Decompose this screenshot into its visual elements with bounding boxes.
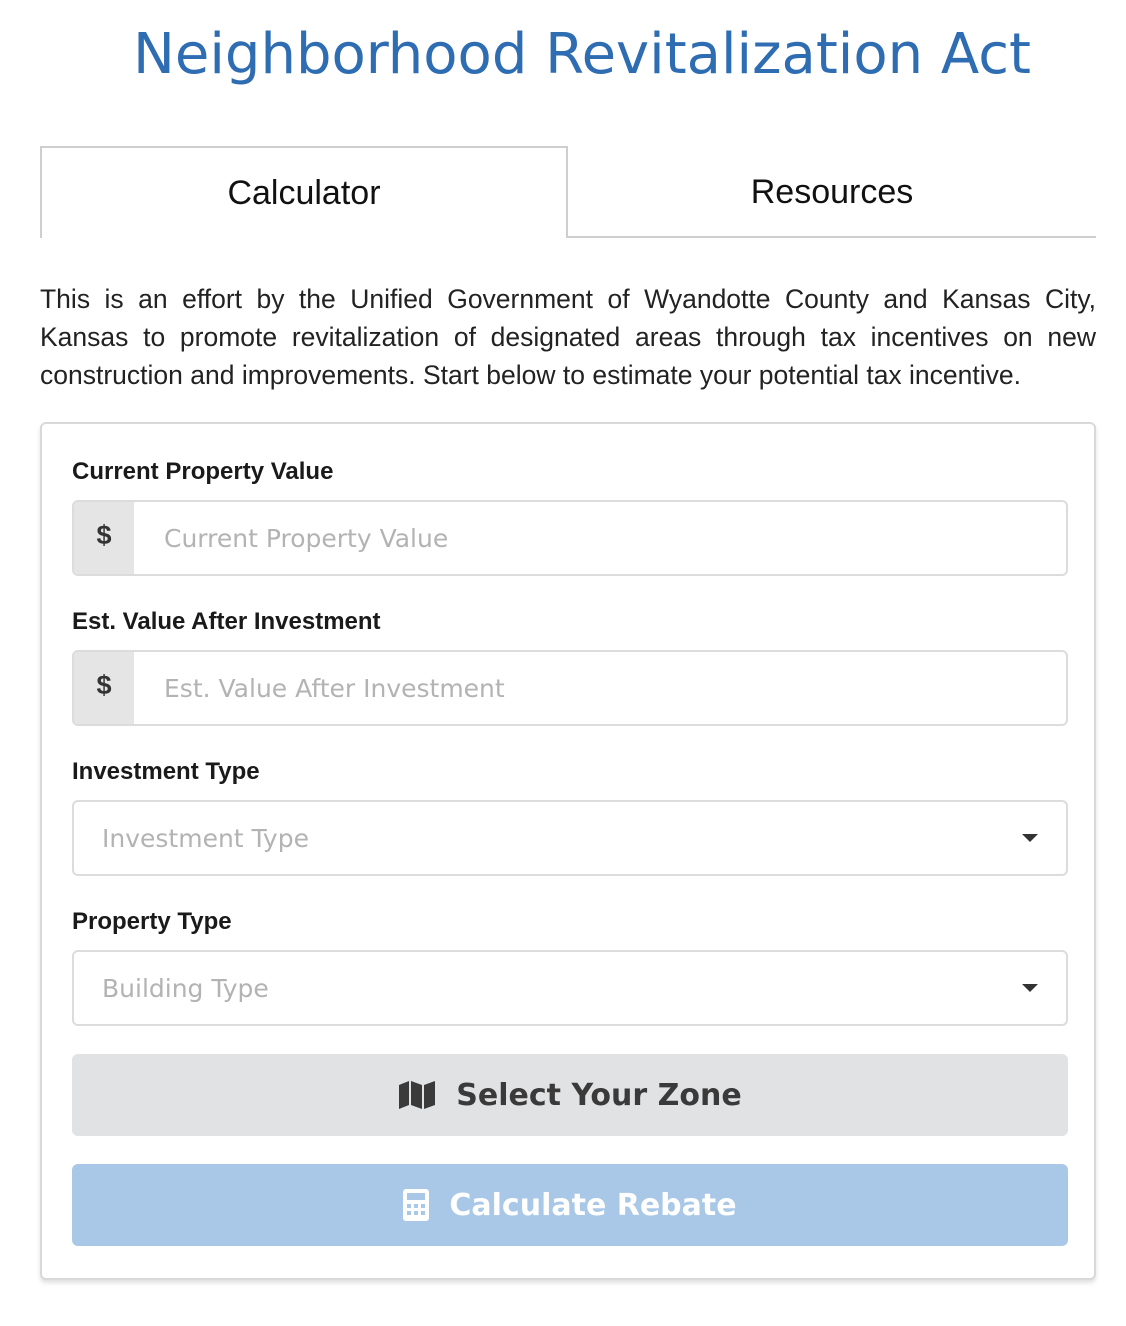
investment-type-select[interactable]: Investment Type <box>72 800 1068 876</box>
caret-down-icon <box>1022 984 1038 992</box>
calculate-rebate-label: Calculate Rebate <box>449 1187 737 1223</box>
investment-type-label: Investment Type <box>72 758 260 785</box>
page: Neighborhood Revitalization Act Calculat… <box>0 0 1126 1326</box>
dollar-addon: $ <box>74 652 134 724</box>
current-value-label: Current Property Value <box>72 458 334 485</box>
tab-bar: Calculator Resources <box>40 146 1096 238</box>
tab-calculator[interactable]: Calculator <box>40 146 568 238</box>
calculate-rebate-button[interactable]: Calculate Rebate <box>72 1164 1068 1246</box>
intro-text: This is an effort by the Unified Governm… <box>40 284 1096 390</box>
after-value-group: $ <box>72 650 1068 726</box>
map-icon <box>398 1080 436 1110</box>
dollar-addon: $ <box>74 502 134 574</box>
current-value-group: $ <box>72 500 1068 576</box>
property-type-label: Property Type <box>72 908 232 935</box>
tab-resources[interactable]: Resources <box>568 146 1096 238</box>
select-zone-label: Select Your Zone <box>456 1077 742 1113</box>
property-type-select[interactable]: Building Type <box>72 950 1068 1026</box>
caret-down-icon <box>1022 834 1038 842</box>
page-title: Neighborhood Revitalization Act <box>133 22 1031 87</box>
property-type-placeholder: Building Type <box>102 973 269 1003</box>
calculator-card: Current Property Value $ Est. Value Afte… <box>40 422 1096 1280</box>
investment-type-placeholder: Investment Type <box>102 823 309 853</box>
after-value-label: Est. Value After Investment <box>72 608 381 635</box>
current-value-input[interactable] <box>134 502 1066 574</box>
after-value-input[interactable] <box>134 652 1066 724</box>
select-zone-button[interactable]: Select Your Zone <box>72 1054 1068 1136</box>
calculator-icon <box>403 1189 430 1221</box>
